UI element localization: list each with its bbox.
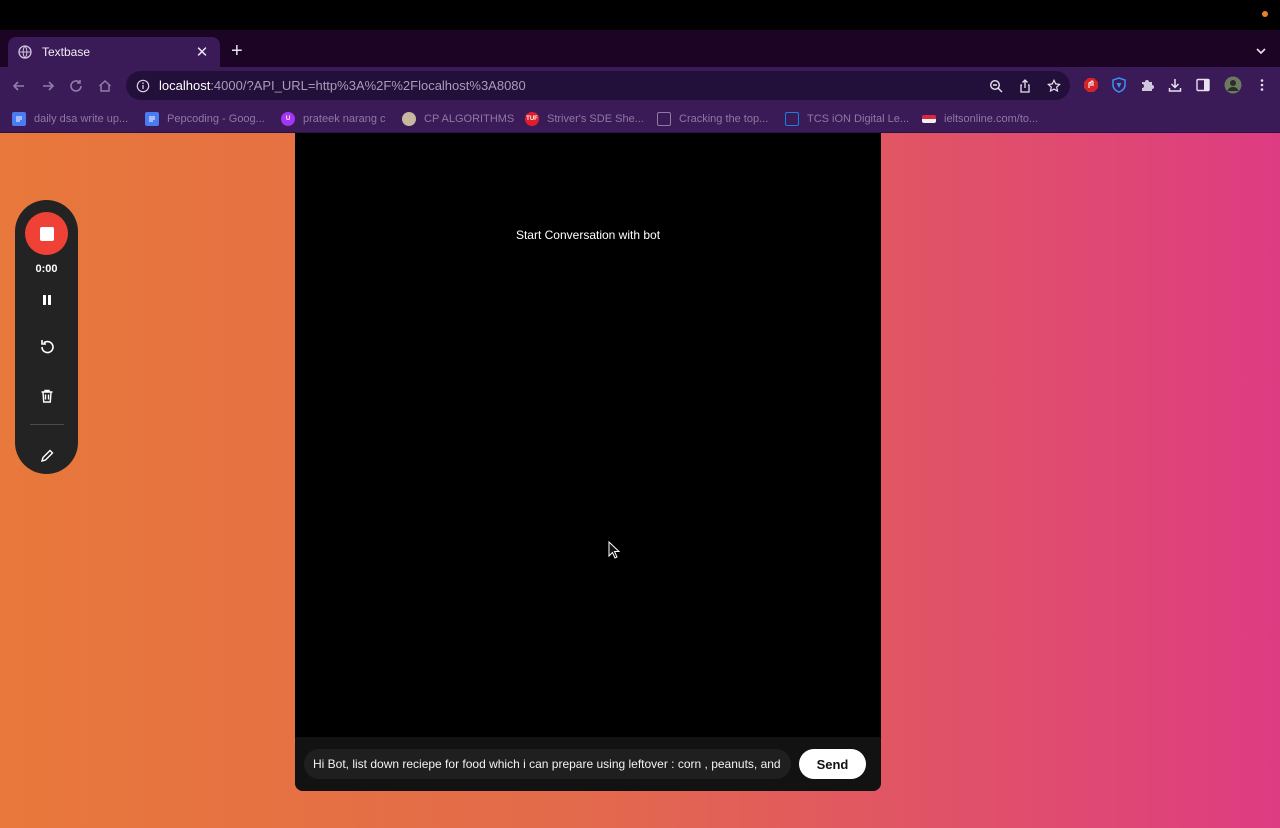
bookmark-item[interactable]: CP ALGORITHMS	[402, 111, 514, 127]
bookmark-star-icon[interactable]	[1046, 78, 1062, 94]
pause-icon[interactable]	[37, 290, 57, 310]
page-viewport: Start Conversation with bot Send	[0, 133, 1280, 828]
zoom-icon[interactable]	[988, 78, 1004, 94]
recording-indicator-dot	[1262, 11, 1268, 17]
bookmark-item[interactable]: daily dsa write up...	[12, 111, 128, 127]
browser-tab[interactable]: Textbase ✕	[8, 37, 220, 67]
ielts-icon	[922, 115, 936, 123]
extensions-puzzle-icon[interactable]	[1139, 77, 1155, 93]
back-arrow-icon[interactable]	[9, 76, 29, 96]
restart-icon[interactable]	[37, 337, 57, 357]
udemy-icon: U	[281, 112, 295, 126]
bookmark-item[interactable]: U prateek narang c	[281, 111, 386, 127]
close-tab-icon[interactable]: ✕	[194, 43, 210, 61]
tuf-icon: TUF	[525, 112, 539, 126]
bookmark-label: prateek narang c	[303, 113, 386, 125]
bookmark-item[interactable]: TCS iON Digital Le...	[785, 111, 909, 127]
docs-icon	[145, 112, 159, 126]
browser-toolbar: localhost:4000/?API_URL=http%3A%2F%2Floc…	[0, 67, 1280, 104]
bookmark-label: CP ALGORITHMS	[424, 113, 515, 125]
reload-icon[interactable]	[66, 76, 86, 96]
address-bar[interactable]: localhost:4000/?API_URL=http%3A%2F%2Floc…	[126, 71, 1070, 100]
share-icon[interactable]	[1017, 78, 1033, 94]
bookmark-item[interactable]: ieltsonline.com/to...	[922, 111, 1038, 127]
tab-title: Textbase	[42, 45, 91, 59]
bookmark-label: daily dsa write up...	[34, 113, 129, 125]
chat-input-row: Send	[295, 737, 881, 791]
chat-empty-message: Start Conversation with bot	[515, 228, 661, 242]
shield-extension-icon[interactable]	[1111, 77, 1127, 93]
bookmarks-bar: daily dsa write up... Pepcoding - Goog..…	[0, 104, 1280, 133]
bookmark-item[interactable]: Cracking the top...	[657, 111, 768, 127]
forward-arrow-icon[interactable]	[38, 76, 58, 96]
home-icon[interactable]	[95, 76, 115, 96]
docs-icon	[12, 112, 26, 126]
new-tab-icon[interactable]: +	[231, 41, 243, 61]
bookmark-label: TCS iON Digital Le...	[807, 113, 910, 125]
side-panel-icon[interactable]	[1195, 77, 1211, 93]
message-input[interactable]	[304, 749, 791, 779]
cp-algorithms-icon	[402, 112, 416, 126]
screen-recorder-widget: 0:00	[15, 200, 78, 474]
bookmark-item[interactable]: Pepcoding - Goog...	[145, 111, 265, 127]
recording-timer: 0:00	[35, 263, 58, 275]
site-info-icon[interactable]	[136, 79, 150, 93]
tab-strip: Textbase ✕	[0, 30, 1280, 67]
profile-avatar-icon[interactable]	[1224, 76, 1242, 94]
pencil-icon[interactable]	[37, 446, 57, 466]
trash-icon[interactable]	[37, 386, 57, 406]
chat-panel: Start Conversation with bot Send	[295, 133, 881, 791]
globe-icon	[18, 45, 32, 59]
address-host: localhost	[159, 78, 211, 93]
tcs-icon	[785, 112, 799, 126]
bookmark-label: Cracking the top...	[679, 113, 769, 125]
more-options-icon[interactable]	[1254, 77, 1270, 93]
stop-recording-button[interactable]	[25, 212, 68, 255]
tab-search-chevron-icon[interactable]	[1254, 44, 1268, 58]
download-icon[interactable]	[1167, 77, 1183, 93]
bookmark-label: Pepcoding - Goog...	[167, 113, 265, 125]
recorder-divider	[30, 424, 64, 425]
mouse-cursor-icon	[608, 540, 621, 559]
os-menu-bar	[0, 0, 1280, 30]
stop-icon	[39, 226, 54, 241]
bookmark-item[interactable]: TUF Striver's SDE She...	[525, 111, 644, 127]
address-path: :4000/?API_URL=http%3A%2F%2Flocalhost%3A…	[210, 78, 526, 93]
adblock-extension-icon[interactable]	[1083, 77, 1099, 93]
bookmark-label: Striver's SDE She...	[547, 113, 644, 125]
bookmark-label: ieltsonline.com/to...	[944, 113, 1039, 125]
send-button[interactable]: Send	[799, 749, 866, 779]
page-icon	[657, 112, 671, 126]
